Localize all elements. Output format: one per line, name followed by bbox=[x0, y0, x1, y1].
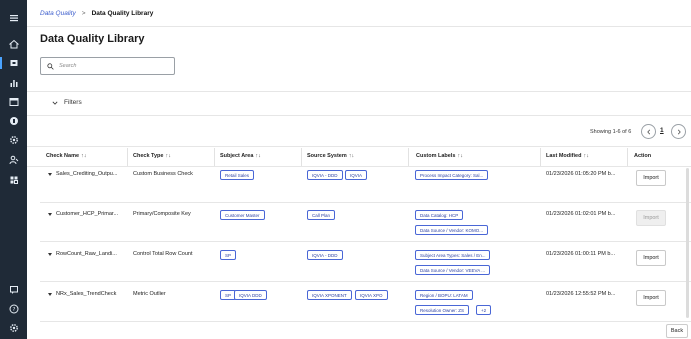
import-button[interactable]: Import bbox=[636, 210, 666, 226]
last-modified-cell: 01/23/2026 12:55:52 PM b... bbox=[546, 291, 616, 297]
column-divider bbox=[127, 148, 128, 166]
chat-icon[interactable] bbox=[0, 282, 27, 298]
source-system-chip: Call Plan bbox=[307, 210, 336, 220]
window-icon[interactable] bbox=[0, 94, 27, 110]
column-header-subject-area[interactable]: Subject Area ↑↓ bbox=[220, 153, 261, 159]
left-nav-rail: ? bbox=[0, 0, 27, 339]
grid-icon[interactable] bbox=[0, 172, 27, 188]
custom-label-chip: Subject Area Types: Sales / En... bbox=[415, 250, 491, 260]
custom-label-chip: Process Impact Category: Sal... bbox=[415, 170, 489, 180]
custom-label-chip: Region / BOPU: LATAM bbox=[415, 290, 473, 300]
source-system-chip: IQVIA bbox=[345, 170, 368, 180]
settings-icon[interactable] bbox=[0, 132, 27, 148]
column-header-custom-labels[interactable]: Custom Labels ↑↓ bbox=[416, 153, 463, 159]
import-button[interactable]: Import bbox=[636, 290, 666, 306]
subject-area-chip: IQVIA DDD bbox=[234, 290, 267, 300]
header-divider bbox=[27, 26, 691, 27]
chevron-right-icon bbox=[677, 129, 681, 134]
chevron-left-icon bbox=[646, 129, 650, 134]
column-header-check-type[interactable]: Check Type ↑↓ bbox=[133, 153, 171, 159]
search-icon bbox=[47, 62, 54, 70]
check-type-cell: Custom Business Check bbox=[133, 171, 193, 177]
back-button[interactable]: Back bbox=[666, 324, 688, 338]
table-row: RowCount_Raw_Landi... Control Total Row … bbox=[40, 242, 691, 282]
current-page-number[interactable]: 1 bbox=[660, 127, 664, 134]
subject-area-chip: SP bbox=[220, 250, 237, 260]
table-scrollbar[interactable] bbox=[686, 168, 689, 318]
help-icon[interactable]: ? bbox=[0, 301, 27, 317]
column-header-last-modified[interactable]: Last Modified ↑↓ bbox=[546, 153, 589, 159]
chart-icon[interactable] bbox=[0, 75, 27, 91]
table-row: Sales_Crediting_Outpu... Custom Business… bbox=[40, 166, 691, 203]
library-icon[interactable] bbox=[0, 55, 27, 71]
column-divider bbox=[627, 148, 628, 166]
custom-label-chip: Resolution Owner: ZS bbox=[415, 305, 470, 315]
table-header-top-border bbox=[27, 146, 691, 147]
next-page-button[interactable] bbox=[671, 124, 686, 139]
gear-icon[interactable] bbox=[0, 320, 27, 336]
column-divider bbox=[214, 148, 215, 166]
breadcrumb-separator: > bbox=[81, 10, 86, 17]
column-header-check-name[interactable]: Check Name ↑↓ bbox=[46, 153, 87, 159]
last-modified-cell: 01/23/2026 01:02:01 PM b... bbox=[546, 211, 616, 217]
expand-caret-icon bbox=[48, 252, 52, 256]
custom-label-chip: Data Source / Vendor: VEEVA ... bbox=[415, 265, 490, 275]
prev-page-button[interactable] bbox=[641, 124, 656, 139]
table-row: Customer_HCP_Primar... Primary/Composite… bbox=[40, 203, 691, 242]
breadcrumb-parent-link[interactable]: Data Quality bbox=[40, 10, 76, 17]
column-header-action: Action bbox=[634, 153, 652, 159]
source-system-chip: IQVIA - DDD bbox=[307, 170, 343, 180]
check-type-cell: Control Total Row Count bbox=[133, 251, 193, 257]
custom-label-chip: Data Catalog: HCP bbox=[415, 210, 464, 220]
breadcrumb-current: Data Quality Library bbox=[91, 10, 154, 17]
source-system-chip: IQVIA - DDD bbox=[307, 250, 343, 260]
expand-caret-icon bbox=[48, 172, 52, 176]
import-button[interactable]: Import bbox=[636, 170, 666, 186]
breadcrumb: Data Quality > Data Quality Library bbox=[40, 10, 153, 17]
expand-caret-icon bbox=[48, 292, 52, 296]
column-divider bbox=[301, 148, 302, 166]
search-box bbox=[40, 57, 175, 75]
source-system-chip: IQVIA XPONENT bbox=[307, 290, 352, 300]
home-icon[interactable] bbox=[0, 36, 27, 52]
check-name-cell[interactable]: Sales_Crediting_Outpu... bbox=[48, 171, 117, 177]
chevron-down-icon bbox=[52, 101, 58, 105]
column-header-source-system[interactable]: Source System ↑↓ bbox=[307, 153, 354, 159]
custom-label-chip: Data Source / Vendor: KOMO... bbox=[415, 225, 489, 235]
search-input[interactable] bbox=[59, 63, 169, 69]
check-type-cell: Metric Outlier bbox=[133, 291, 166, 297]
check-name-cell[interactable]: Customer_HCP_Primar... bbox=[48, 211, 118, 217]
table-row: NRx_Sales_TrendCheck Metric Outlier SP I… bbox=[40, 282, 691, 322]
column-divider bbox=[540, 148, 541, 166]
check-name-cell[interactable]: NRx_Sales_TrendCheck bbox=[48, 291, 116, 297]
users-icon[interactable] bbox=[0, 152, 27, 168]
check-type-cell: Primary/Composite Key bbox=[133, 211, 191, 217]
last-modified-cell: 01/23/2026 01:05:20 PM b... bbox=[546, 171, 616, 177]
menu-icon[interactable] bbox=[0, 10, 27, 26]
filters-bottom-divider bbox=[27, 115, 691, 116]
expand-caret-icon bbox=[48, 212, 52, 216]
more-labels-chip[interactable]: +2 bbox=[476, 305, 492, 315]
page-title: Data Quality Library bbox=[40, 33, 145, 45]
pagination-summary: Showing 1-6 of 6 bbox=[590, 129, 632, 135]
column-divider bbox=[408, 148, 409, 166]
lightbulb-icon[interactable] bbox=[0, 113, 27, 129]
svg-text:?: ? bbox=[12, 307, 15, 313]
filters-top-divider bbox=[27, 91, 691, 92]
filters-toggle[interactable]: Filters bbox=[52, 99, 82, 106]
subject-area-chip: Customer Master bbox=[220, 210, 265, 220]
filters-label: Filters bbox=[64, 99, 82, 106]
check-name-cell[interactable]: RowCount_Raw_Landi... bbox=[48, 251, 117, 257]
source-system-chip: IQVIA XPO bbox=[355, 290, 388, 300]
last-modified-cell: 01/23/2026 01:00:11 PM b... bbox=[546, 251, 616, 257]
subject-area-chip: Retail Sales bbox=[220, 170, 255, 180]
import-button[interactable]: Import bbox=[636, 250, 666, 266]
